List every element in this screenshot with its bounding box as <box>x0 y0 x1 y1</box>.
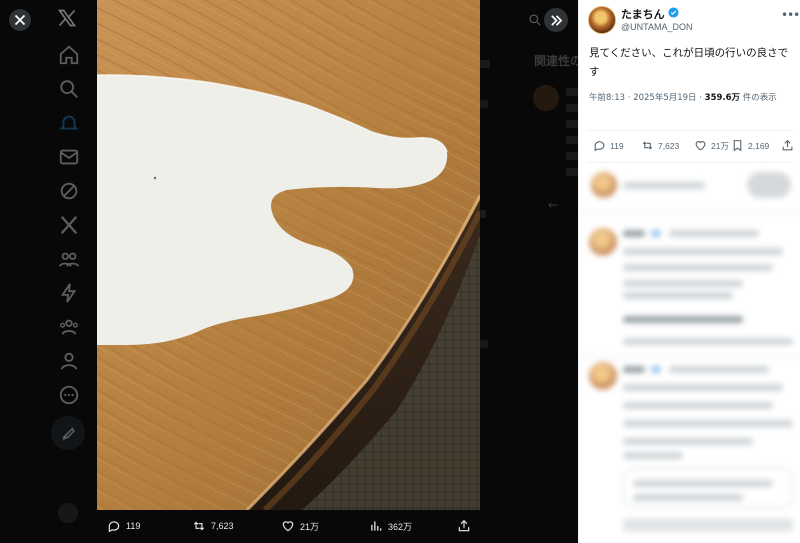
post-timestamp[interactable]: 午前8:13 · 2025年5月19日 · <box>589 93 705 103</box>
blurred-replies <box>579 162 800 543</box>
communities-icon <box>58 248 80 270</box>
retweet-count: 7,623 <box>658 140 680 151</box>
post-views-count: 359.6万 <box>704 93 741 103</box>
verified-badge-icon <box>668 7 679 18</box>
like-button[interactable]: 21万 <box>694 139 729 152</box>
reply-handle <box>669 230 759 237</box>
bookmark-button[interactable]: 2,169 <box>731 139 769 152</box>
views-icon <box>371 521 382 531</box>
feather-icon <box>62 427 76 441</box>
reply-text <box>623 292 733 299</box>
reply-composer-placeholder <box>623 182 705 189</box>
reply-icon <box>108 521 120 533</box>
like-icon <box>282 521 294 532</box>
post-text: 見てください、これが日頃の行いの良さです <box>589 47 789 78</box>
home-icon <box>58 44 80 66</box>
divider <box>579 356 800 357</box>
post-action-bar: 119 7,623 21万 2,169 <box>579 134 800 160</box>
related-avatar <box>533 85 559 111</box>
retweet-icon <box>642 141 653 150</box>
x-premium-icon <box>58 214 80 236</box>
divider <box>587 130 793 131</box>
retweet-icon <box>193 521 205 531</box>
reply-button[interactable]: 119 <box>593 139 624 152</box>
media-like-button[interactable]: 21万 <box>281 519 319 533</box>
reply-text <box>623 402 773 409</box>
double-chevron-right-icon <box>550 14 562 26</box>
retweet-button[interactable]: 7,623 <box>641 139 679 152</box>
back-arrow-icon: ← <box>548 198 559 212</box>
compose-post-button[interactable] <box>51 416 85 450</box>
post-views-label: 件の表示 <box>740 93 777 103</box>
media-like-count: 21万 <box>300 521 320 532</box>
reply-text <box>623 248 783 255</box>
media-views-button[interactable]: 362万 <box>369 519 412 533</box>
search-icon <box>528 12 542 26</box>
reply-text <box>623 438 753 445</box>
reply-icon <box>594 141 605 152</box>
quoted-media <box>623 518 793 532</box>
share-icon <box>782 139 793 151</box>
like-count: 21万 <box>711 140 729 151</box>
bookmark-icon <box>733 140 742 152</box>
media-retweet-button[interactable]: 7,623 <box>192 519 234 533</box>
reply-badge <box>651 230 661 237</box>
x-logo-icon <box>57 8 77 28</box>
reply-name <box>623 366 645 373</box>
reply-avatar <box>589 228 617 256</box>
divider <box>579 212 800 213</box>
reply-text <box>623 280 743 287</box>
notifications-icon <box>58 112 80 134</box>
reply-handle <box>669 366 769 373</box>
reply-composer-button <box>747 172 791 198</box>
quoted-text <box>633 494 743 501</box>
media-views-count: 362万 <box>388 521 413 532</box>
quoted-text <box>633 480 773 487</box>
author-avatar[interactable] <box>588 6 616 34</box>
related-heading: 関連性の <box>534 54 578 68</box>
share-icon <box>458 519 470 532</box>
media-reply-button[interactable]: 119 <box>107 519 140 533</box>
messages-icon <box>58 146 80 168</box>
reply-text <box>623 420 793 427</box>
reply-text <box>623 384 783 391</box>
media-reply-count: 119 <box>126 521 141 531</box>
background-nav <box>48 0 92 543</box>
reply-text <box>623 452 683 459</box>
reply-count: 119 <box>610 140 624 151</box>
reply-name <box>623 230 645 237</box>
reply-text <box>623 316 743 323</box>
media-retweet-count: 7,623 <box>211 521 234 531</box>
lightning-icon <box>58 282 80 304</box>
expand-panel-button[interactable] <box>544 8 568 32</box>
groups-icon <box>58 316 80 338</box>
more-options-icon[interactable]: ••• <box>781 8 800 22</box>
grok-icon <box>58 180 80 202</box>
close-button[interactable] <box>9 9 31 31</box>
bookmark-count: 2,169 <box>748 140 770 151</box>
post-detail-panel: たまちん @UNTAMA_DON ••• 見てください、これが日頃の行いの良さで… <box>578 0 800 543</box>
reply-text <box>623 264 773 271</box>
media-photo[interactable] <box>97 0 480 510</box>
post-metadata: 午前8:13 · 2025年5月19日 · 359.6万 件の表示 <box>589 91 793 105</box>
share-button[interactable] <box>781 139 794 152</box>
reply-avatar <box>589 362 617 390</box>
profile-icon <box>58 350 80 372</box>
close-icon <box>14 14 26 26</box>
account-avatar[interactable] <box>58 503 78 523</box>
like-icon <box>695 141 706 151</box>
media-action-bar: 119 7,623 21万 362万 <box>97 510 480 543</box>
background-right-column <box>480 0 578 543</box>
quoted-post <box>623 468 793 508</box>
author-handle[interactable]: @UNTAMA_DON <box>621 22 692 32</box>
spilled-milk-photo <box>97 0 480 510</box>
reply-composer-avatar <box>591 172 617 198</box>
more-circle-icon <box>58 384 80 406</box>
search-icon <box>58 78 80 100</box>
media-share-button[interactable] <box>457 519 471 533</box>
reply-badge <box>651 366 661 373</box>
reply-actions <box>623 338 793 345</box>
author-display-name[interactable]: たまちん <box>621 6 665 22</box>
